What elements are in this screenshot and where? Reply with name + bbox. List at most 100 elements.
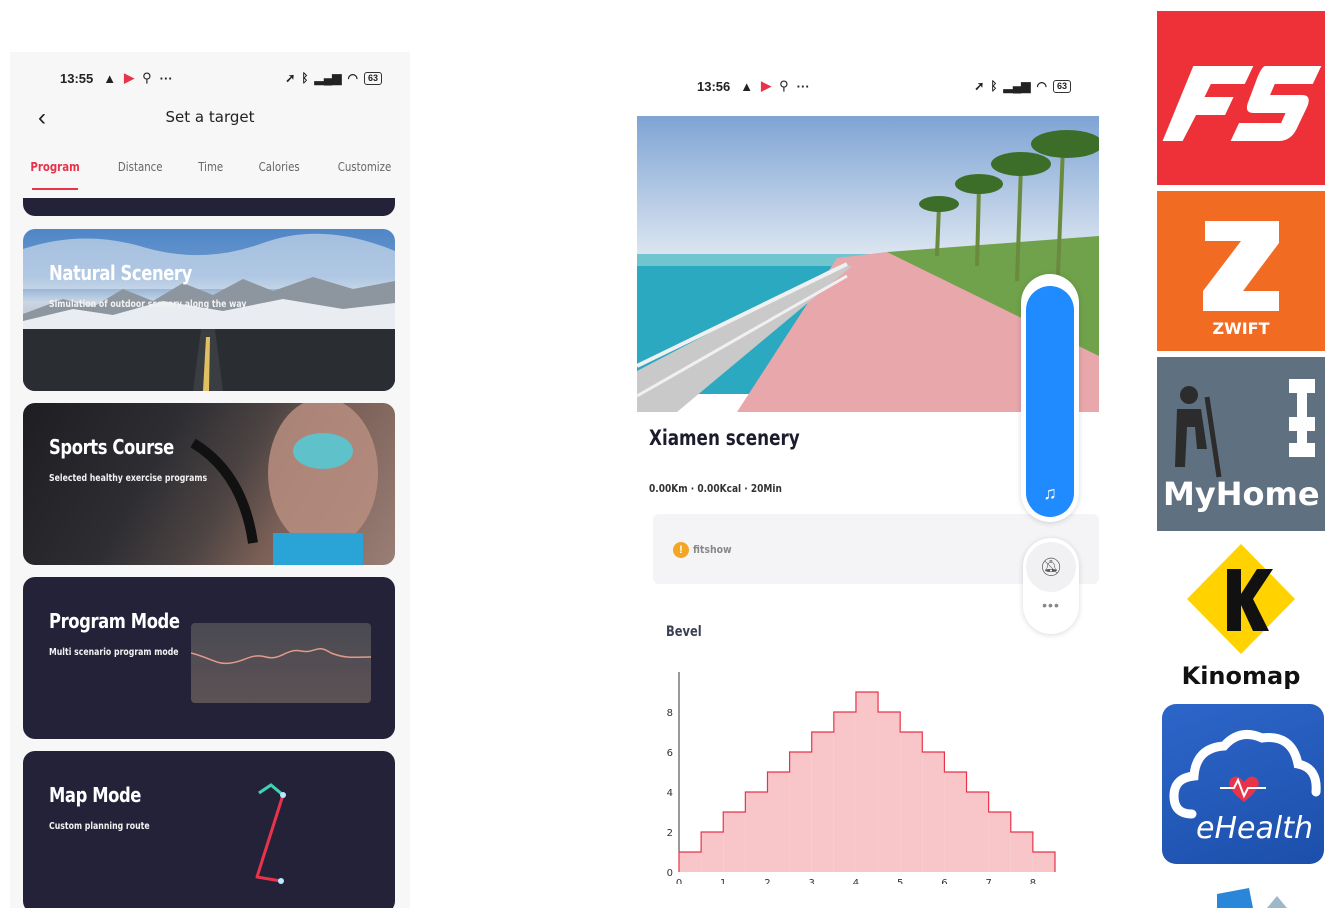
fs-app-logo: [1157, 11, 1325, 185]
chart-step-bar: [789, 752, 812, 872]
sports-course-card[interactable]: Sports Course Selected healthy exercise …: [23, 403, 395, 565]
zwift-logo-icon: ZWIFT: [1203, 221, 1279, 338]
mountain-road-image: [23, 233, 395, 391]
partial-app-logo: [1157, 884, 1325, 908]
chart-step-bar: [745, 792, 768, 872]
card-title: Sports Course: [49, 435, 174, 459]
athlete-image: [190, 403, 378, 565]
svg-text:ZWIFT: ZWIFT: [1212, 319, 1269, 338]
chart-step-bar: [944, 772, 967, 872]
tab-calories[interactable]: Calories: [259, 152, 300, 192]
navigation-icon: ➚: [285, 71, 296, 85]
wifi-icon: ◠: [347, 71, 358, 85]
chart-step-bar: [767, 772, 790, 872]
page-title: Set a target: [165, 108, 255, 126]
tab-distance[interactable]: Distance: [118, 152, 163, 192]
signal-icon: ▂▄▆: [1003, 79, 1031, 93]
x-tick-label: 2: [764, 878, 770, 884]
navigation-icon: ➚: [974, 79, 985, 93]
y-tick-label: 8: [667, 708, 673, 719]
card-title: Program Mode: [49, 609, 180, 633]
y-tick-label: 4: [667, 788, 673, 799]
card-title: Natural Scenery: [49, 261, 192, 285]
fs-logo-icon: [1162, 66, 1322, 141]
card-title: Map Mode: [49, 783, 142, 807]
x-tick-label: 7: [985, 878, 991, 884]
myhome-fit-app-logo: MyHome: [1157, 357, 1325, 531]
chart-label: Bevel: [666, 624, 702, 640]
location-pin-icon: ⚲: [779, 78, 789, 93]
bluetooth-icon: ᛒ: [301, 71, 309, 85]
x-tick-label: 5: [897, 878, 903, 884]
route-map-icon: [255, 783, 286, 884]
chart-step-bar: [1032, 852, 1055, 872]
more-dots-icon: ···: [159, 70, 173, 86]
card-subtitle: Simulation of outdoor scenery along the …: [49, 299, 247, 310]
target-tabs: Program Distance Time Calories Customize: [10, 152, 410, 192]
program-mode-card[interactable]: Program Mode Multi scenario program mode: [23, 577, 395, 739]
wifi-icon: ◠: [1036, 79, 1047, 93]
chart-step-bar: [679, 852, 702, 872]
music-note-icon[interactable]: ♫: [1025, 478, 1075, 508]
y-tick-label: 6: [667, 748, 673, 759]
play-icon: ▶: [761, 78, 772, 93]
tab-program[interactable]: Program: [30, 152, 80, 192]
chart-step-bar: [900, 732, 923, 872]
card-subtitle: Multi scenario program mode: [49, 647, 179, 658]
more-dots-icon: •••: [1042, 597, 1060, 613]
chart-step-bar: [855, 692, 879, 872]
scenery-stats: 0.00Km · 0.00Kcal · 20Min: [649, 482, 782, 495]
status-bar: 13:55 ▲ ▶ ⚲ ··· ➚ ᛒ ▂▄▆ ◠ 63: [10, 66, 410, 90]
info-icon: !: [673, 542, 689, 558]
ehealth-app-logo: eHealth: [1162, 704, 1324, 864]
warning-icon: ▲: [740, 78, 754, 94]
chart-step-bar: [922, 752, 945, 872]
tab-time[interactable]: Time: [198, 152, 223, 192]
mute-button[interactable]: 🔕︎: [1026, 542, 1076, 592]
chart-step-bar: [723, 812, 746, 872]
x-tick-label: 0: [676, 878, 682, 884]
card-subtitle: Selected healthy exercise programs: [49, 473, 208, 484]
ehealth-logo-icon: eHealth: [1169, 729, 1321, 846]
x-tick-label: 4: [853, 878, 859, 884]
status-time: 13:56: [697, 78, 731, 94]
bevel-chart: 0 2 4 6 8 0 1 2 3 4 5 6 7 8: [667, 672, 1056, 884]
card-subtitle: Custom planning route: [49, 821, 150, 832]
kinomap-logo-icon: Kinomap: [1182, 544, 1300, 690]
bell-off-icon: 🔕︎: [1039, 557, 1063, 577]
x-tick-label: 6: [941, 878, 947, 884]
kinomap-app-logo: Kinomap: [1157, 539, 1325, 695]
battery-icon: 63: [363, 71, 382, 85]
x-tick-label: 8: [1030, 878, 1036, 884]
x-tick-label: 1: [720, 878, 726, 884]
y-tick-label: 2: [667, 828, 673, 839]
more-dots-icon: ···: [796, 78, 810, 94]
more-button[interactable]: •••: [1026, 597, 1076, 625]
partial-logo-icon: [1217, 888, 1287, 908]
svg-text:MyHome: MyHome: [1163, 475, 1320, 513]
previous-card-stub[interactable]: [23, 198, 395, 216]
play-icon: ▶: [124, 70, 135, 85]
tab-customize[interactable]: Customize: [338, 152, 392, 192]
chart-step-bar: [701, 832, 724, 872]
zwift-app-logo: ZWIFT: [1157, 191, 1325, 351]
signal-icon: ▂▄▆: [314, 71, 342, 85]
svg-text:eHealth: eHealth: [1196, 811, 1313, 846]
program-curve-thumbnail: [191, 623, 371, 703]
chart-step-bar: [966, 792, 989, 872]
map-mode-card[interactable]: Map Mode Custom planning route: [23, 751, 395, 908]
scenery-title: Xiamen scenery: [649, 426, 800, 450]
status-bar: 13:56 ▲ ▶ ⚲ ··· ➚ ᛒ ▂▄▆ ◠ 63: [637, 74, 1099, 98]
natural-scenery-card[interactable]: Natural Scenery Simulation of outdoor sc…: [23, 229, 395, 391]
chart-step-bar: [833, 712, 856, 872]
location-pin-icon: ⚲: [142, 70, 152, 85]
status-time: 13:55: [60, 70, 94, 86]
source-label: fitshow: [693, 543, 732, 556]
x-tick-label: 3: [809, 878, 815, 884]
chart-step-bar: [988, 812, 1011, 872]
bluetooth-icon: ᛒ: [990, 79, 998, 93]
chart-step-bar: [878, 712, 901, 872]
target-screen: 13:55 ▲ ▶ ⚲ ··· ➚ ᛒ ▂▄▆ ◠ 63 ‹ Set a tar…: [10, 52, 410, 908]
warning-icon: ▲: [103, 70, 117, 86]
scenery-detail-screen: 13:56 ▲ ▶ ⚲ ··· ➚ ᛒ ▂▄▆ ◠ 6 3 Xiamen scen…: [637, 52, 1099, 908]
